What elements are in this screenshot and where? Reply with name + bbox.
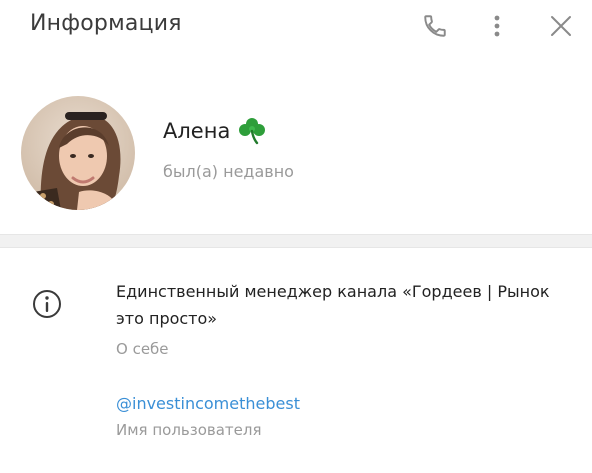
- call-button[interactable]: [419, 10, 451, 42]
- page-title: Информация: [30, 11, 182, 36]
- bio-block[interactable]: Единственный менеджер канала «Гордеев | …: [116, 278, 566, 358]
- shamrock-icon: [238, 117, 266, 145]
- profile-section: Алена был(а) недавно: [0, 52, 592, 234]
- header: Информация: [0, 0, 592, 52]
- more-button[interactable]: [481, 10, 513, 42]
- bio-text: Единственный менеджер канала «Гордеев | …: [116, 282, 550, 328]
- more-vertical-icon: [494, 15, 500, 37]
- status-text: был(а) недавно: [163, 162, 294, 181]
- close-icon: [551, 16, 571, 36]
- section-divider: [0, 234, 592, 248]
- profile-name: Алена: [163, 119, 231, 143]
- username-label: Имя пользователя: [116, 421, 262, 439]
- close-button[interactable]: [545, 10, 577, 42]
- avatar[interactable]: [21, 96, 135, 210]
- phone-icon: [424, 15, 446, 37]
- bio-label: О себе: [116, 340, 169, 358]
- username-block[interactable]: @investincomethebest Имя пользователя: [116, 394, 300, 439]
- name-row: Алена: [163, 117, 266, 145]
- avatar-photo: [21, 96, 135, 210]
- info-icon: [31, 288, 63, 320]
- username-link[interactable]: @investincomethebest: [116, 394, 300, 413]
